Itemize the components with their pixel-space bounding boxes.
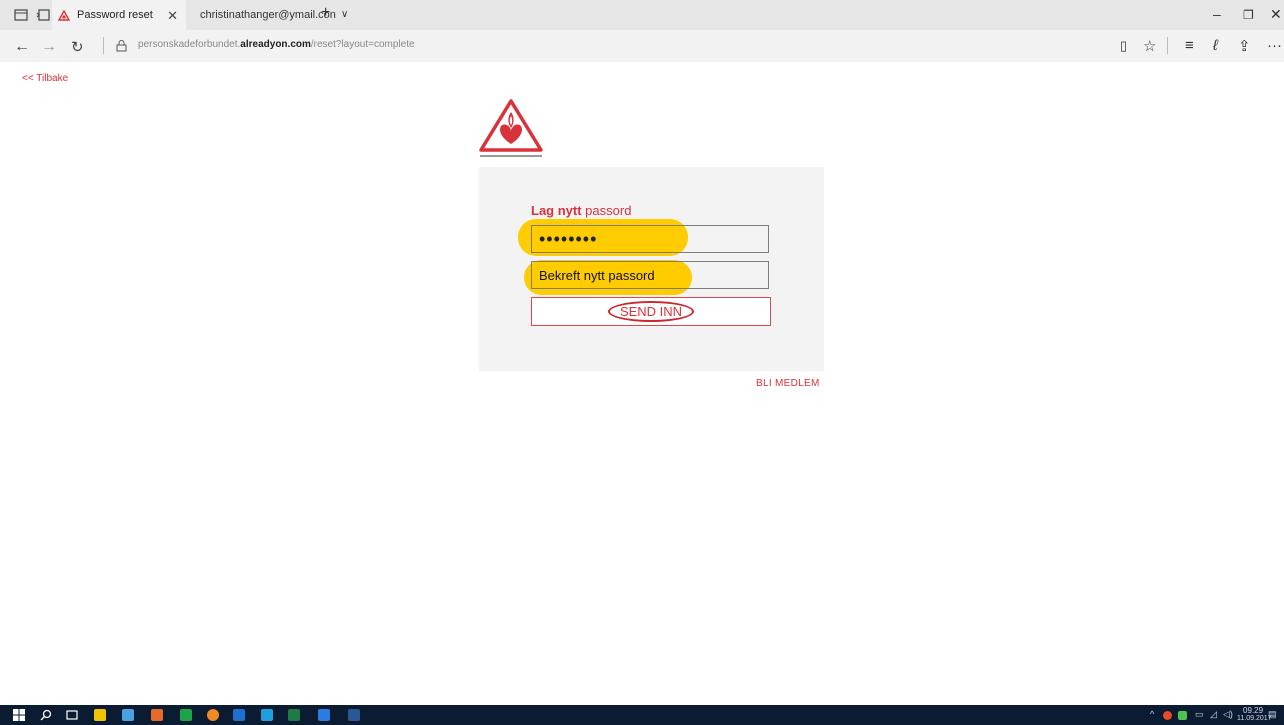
notifications-icon[interactable]: ▤ xyxy=(1268,709,1277,720)
tab-bar: Password reset ✕ christinathanger@ymail.… xyxy=(0,0,1284,30)
submit-button[interactable]: SEND INN xyxy=(531,297,771,326)
join-link[interactable]: BLI MEDLEM xyxy=(756,378,820,389)
edge-icon[interactable] xyxy=(318,709,330,721)
chevron-up-icon[interactable]: ^ xyxy=(1150,709,1154,719)
tab-password-reset[interactable]: Password reset ✕ xyxy=(52,0,186,30)
firefox-icon[interactable] xyxy=(207,709,219,721)
divider xyxy=(103,37,104,54)
tab-back-icon[interactable] xyxy=(36,9,50,21)
more-icon[interactable]: ··· xyxy=(1267,37,1282,54)
word-icon[interactable] xyxy=(348,709,360,721)
forward-arrow-icon[interactable]: → xyxy=(41,38,57,56)
outlook-icon[interactable] xyxy=(233,709,245,721)
app-icon[interactable] xyxy=(151,709,163,721)
hub-icon[interactable]: ≡ xyxy=(1185,37,1194,54)
volume-icon[interactable]: ◁) xyxy=(1223,709,1233,720)
tab-title: christinathanger@ymail.con xyxy=(200,9,336,21)
excel-icon[interactable] xyxy=(288,709,300,721)
battery-icon[interactable]: ▭ xyxy=(1195,709,1204,720)
url-path: /reset?layout=complete xyxy=(310,39,415,50)
lock-icon xyxy=(116,40,127,52)
password-value: •••••••• xyxy=(539,228,598,249)
tab-list-icon[interactable] xyxy=(14,9,28,21)
form-title: Lag nytt passord xyxy=(531,203,632,218)
skype-icon[interactable] xyxy=(261,709,273,721)
tab-title: Password reset xyxy=(77,9,153,21)
search-icon[interactable] xyxy=(40,709,52,721)
share-icon[interactable]: ⇪ xyxy=(1238,37,1251,55)
close-icon[interactable]: ✕ xyxy=(167,8,178,24)
tray-icon[interactable] xyxy=(1178,711,1187,720)
pen-icon[interactable]: ℓ xyxy=(1213,37,1218,54)
tab-email[interactable]: christinathanger@ymail.con xyxy=(190,0,336,30)
confirm-password-field[interactable]: Bekreft nytt passord xyxy=(531,261,769,289)
windows-start-icon[interactable] xyxy=(13,709,25,721)
tray-icon[interactable] xyxy=(1163,711,1172,720)
minimize-icon[interactable]: – xyxy=(1213,6,1221,22)
close-icon[interactable]: ✕ xyxy=(1270,6,1282,23)
back-link[interactable]: << Tilbake xyxy=(22,73,68,84)
submit-label: SEND INN xyxy=(607,301,695,322)
clock-date[interactable]: 11.09.2017 xyxy=(1237,715,1272,722)
address-bar: ← → ↻ personskadeforbundet.alreadyon.com… xyxy=(0,30,1284,62)
url-prefix: personskadeforbundet. xyxy=(138,39,241,50)
logo-icon xyxy=(479,99,543,157)
back-arrow-icon[interactable]: ← xyxy=(14,38,30,56)
chevron-down-icon[interactable]: ∨ xyxy=(341,9,348,20)
confirm-placeholder: Bekreft nytt passord xyxy=(539,267,655,283)
file-explorer-icon[interactable] xyxy=(122,709,134,721)
refresh-icon[interactable]: ↻ xyxy=(71,38,84,56)
sticky-notes-icon[interactable] xyxy=(94,709,106,721)
divider xyxy=(1167,37,1168,54)
new-password-field[interactable]: •••••••• xyxy=(531,225,769,253)
taskbar: ^ ▭ ◿ ◁) 09.29 11.09.2017 ▤ xyxy=(0,705,1284,725)
url-field[interactable]: personskadeforbundet.alreadyon.com/reset… xyxy=(138,39,415,50)
task-view-icon[interactable] xyxy=(66,709,78,721)
logo-icon xyxy=(58,9,70,21)
network-icon[interactable]: ◿ xyxy=(1210,709,1217,720)
url-domain: alreadyon.com xyxy=(240,39,311,50)
new-tab-icon[interactable]: + xyxy=(321,4,330,22)
favorites-star-icon[interactable]: ☆ xyxy=(1143,37,1156,55)
reading-view-icon[interactable]: ▯ xyxy=(1120,38,1127,54)
app-icon[interactable] xyxy=(180,709,192,721)
maximize-icon[interactable]: ❐ xyxy=(1243,8,1254,22)
clock-time[interactable]: 09.29 xyxy=(1243,706,1263,715)
